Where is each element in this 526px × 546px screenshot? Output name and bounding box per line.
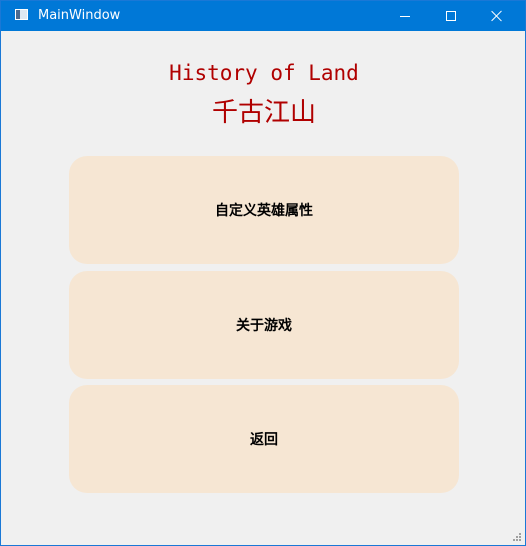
- title-bar[interactable]: MainWindow: [1, 1, 525, 31]
- minimize-icon: [400, 15, 410, 17]
- about-game-button[interactable]: 关于游戏: [69, 271, 459, 379]
- back-button[interactable]: 返回: [69, 385, 459, 493]
- title-chinese: 千古江山: [211, 98, 316, 128]
- title-english: History of Land: [169, 61, 359, 85]
- resize-grip-icon[interactable]: [513, 533, 521, 541]
- custom-hero-attributes-button[interactable]: 自定义英雄属性: [69, 156, 459, 264]
- minimize-button[interactable]: [382, 1, 428, 31]
- close-icon: [491, 10, 503, 22]
- close-button[interactable]: [474, 1, 520, 31]
- window-title: MainWindow: [38, 8, 121, 23]
- maximize-button[interactable]: [428, 1, 474, 31]
- maximize-icon: [446, 11, 456, 21]
- main-window: MainWindow History of Land 千古江山 自定义英雄属性 …: [0, 0, 526, 546]
- app-icon: [15, 9, 28, 20]
